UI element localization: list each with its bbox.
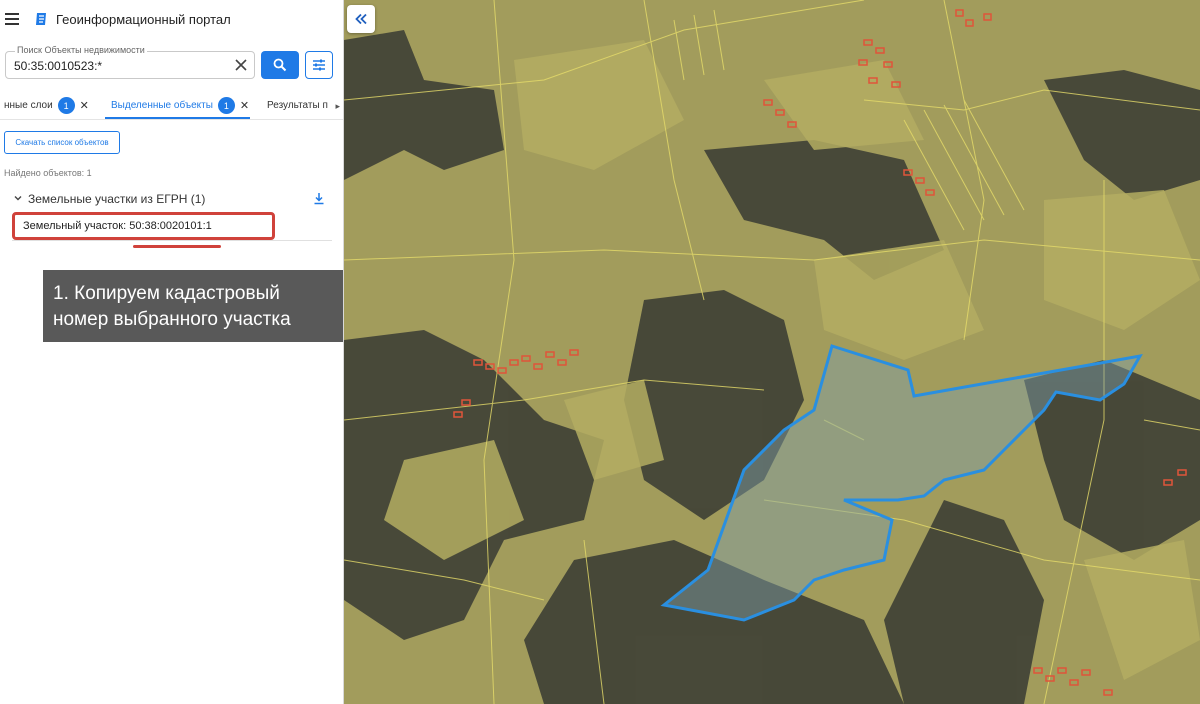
chevron-down-icon[interactable] <box>13 193 23 203</box>
annotation-underline <box>133 245 221 248</box>
satellite-map[interactable] <box>344 0 1200 704</box>
tab-label: нные слои <box>4 100 53 111</box>
chevron-right-icon[interactable]: ▸ <box>335 101 340 112</box>
list-item[interactable]: Земельный участок: 50:38:0020101:1 <box>12 213 332 241</box>
sidebar-panel: Геоинформационный портал Поиск Объекты н… <box>0 0 344 704</box>
tab-selected-objects[interactable]: Выделенные объекты 1 ✕ <box>111 92 249 119</box>
annotation-callout: 1. Копируем кадастровый номер выбранного… <box>43 270 343 342</box>
group-title: Земельные участки из ЕГРН (1) <box>28 192 206 206</box>
close-icon[interactable] <box>233 57 249 73</box>
result-group-header[interactable]: Земельные участки из ЕГРН (1) <box>0 190 340 208</box>
hamburger-icon[interactable] <box>5 13 19 25</box>
download-list-button[interactable]: Скачать список объектов <box>4 131 120 154</box>
callout-line-1: 1. Копируем кадастровый <box>53 283 280 304</box>
portal-logo-icon <box>36 13 46 25</box>
close-icon[interactable]: ✕ <box>240 99 249 112</box>
callout-line-2: номер выбранного участка <box>53 309 291 330</box>
tab-results[interactable]: Результаты п <box>267 92 328 119</box>
search-label: Поиск Объекты недвижимости <box>15 45 147 55</box>
tabs-bar: нные слои 1 ✕ Выделенные объекты 1 ✕ Рез… <box>0 92 343 120</box>
map-view[interactable] <box>344 0 1200 704</box>
double-chevron-left-icon <box>355 13 367 25</box>
active-tab-indicator <box>105 117 250 119</box>
app-title: Геоинформационный портал <box>56 12 231 27</box>
parcel-label: Земельный участок: 50:38:0020101:1 <box>23 220 212 232</box>
search-input[interactable] <box>14 58 224 74</box>
filter-settings-button[interactable] <box>305 51 333 79</box>
search-field[interactable]: Поиск Объекты недвижимости <box>5 45 255 79</box>
count-badge: 1 <box>217 97 235 114</box>
search-button[interactable] <box>261 51 299 79</box>
tab-layers[interactable]: нные слои 1 ✕ <box>4 92 89 119</box>
download-icon[interactable] <box>313 192 325 205</box>
tab-label: Результаты п <box>267 100 328 111</box>
found-count: Найдено объектов: 1 <box>4 168 92 178</box>
collapse-panel-button[interactable] <box>347 5 375 33</box>
search-icon <box>273 58 287 72</box>
app-header: Геоинформационный портал <box>0 0 343 40</box>
count-badge: 1 <box>57 97 75 114</box>
tab-label: Выделенные объекты <box>111 100 213 111</box>
filter-settings-icon <box>313 59 325 71</box>
close-icon[interactable]: ✕ <box>80 99 89 112</box>
